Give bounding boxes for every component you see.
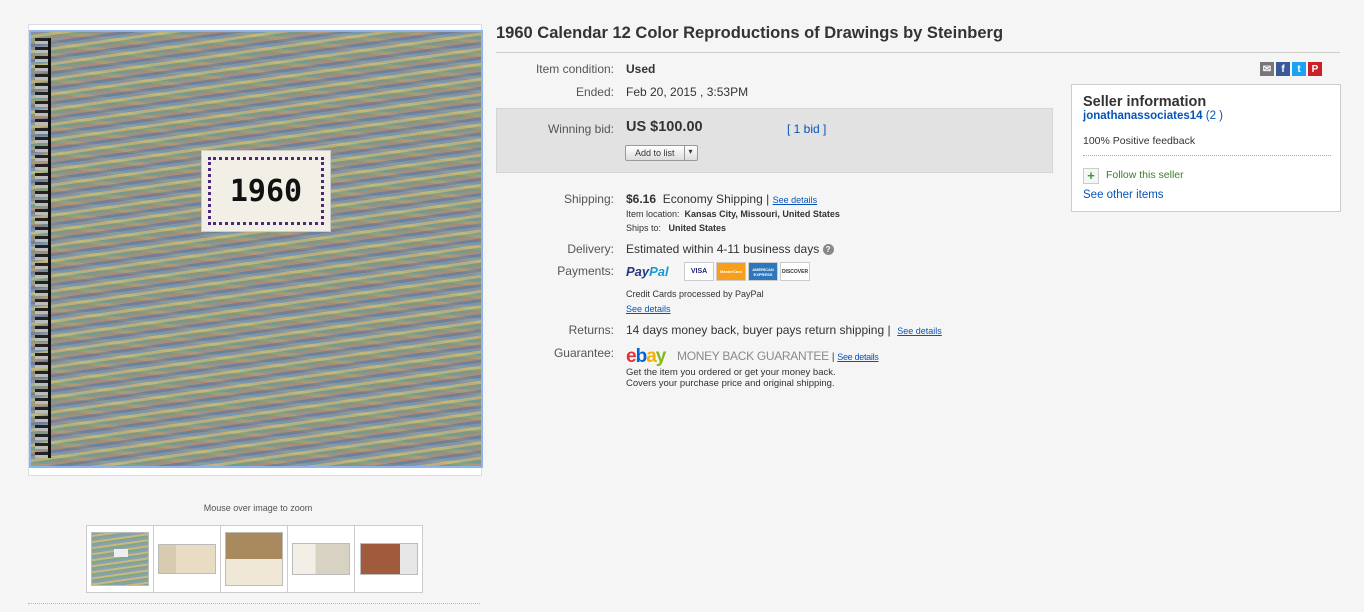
share-icons: ✉ f t P bbox=[1260, 62, 1322, 76]
help-icon[interactable]: ? bbox=[822, 244, 834, 256]
bid-count-link[interactable]: [ 1 bid ] bbox=[787, 122, 826, 136]
chevron-down-icon: ▾ bbox=[688, 147, 693, 156]
marbled-cover bbox=[31, 32, 481, 466]
ended-value: Feb 20, 2015 , 3:53PM bbox=[626, 85, 749, 99]
returns-label: Returns: bbox=[568, 323, 614, 337]
winning-bid-panel bbox=[496, 108, 1053, 173]
shipping-label: Shipping: bbox=[563, 192, 614, 206]
cover-year: 1960 bbox=[229, 173, 303, 209]
delivery-label: Delivery: bbox=[567, 242, 614, 256]
see-other-items-link[interactable]: See other items bbox=[1083, 189, 1164, 201]
seller-info-panel: Seller information jonathanassociates14 … bbox=[1071, 84, 1341, 212]
ships-to-value: United States bbox=[668, 223, 727, 233]
thumbnail-2[interactable] bbox=[154, 526, 221, 592]
zoom-hint: Mouse over image to zoom bbox=[203, 503, 313, 513]
thumbnail-strip bbox=[86, 525, 423, 593]
page-title: 1960 Calendar 12 Color Reproductions of … bbox=[496, 24, 1004, 42]
thumbnail-3[interactable] bbox=[221, 526, 288, 592]
add-to-list-button[interactable]: Add to list ▾ bbox=[625, 145, 698, 161]
paypal-logo: PayPal bbox=[626, 264, 669, 279]
facebook-icon[interactable]: f bbox=[1276, 62, 1290, 76]
twitter-icon[interactable]: t bbox=[1292, 62, 1306, 76]
plus-icon[interactable]: + bbox=[1083, 168, 1099, 184]
guarantee-see-details[interactable]: See details bbox=[837, 352, 879, 362]
listing-page: 1960 Mouse over image to zoom 1960 Calen… bbox=[0, 0, 1364, 612]
item-location: Item location: Kansas City, Missouri, Un… bbox=[626, 209, 840, 219]
discover-icon: DISCOVER bbox=[780, 262, 810, 281]
returns-see-details[interactable]: See details bbox=[897, 326, 942, 336]
guarantee-label: Guarantee: bbox=[553, 346, 614, 360]
seller-score[interactable]: (2 ) bbox=[1206, 110, 1223, 122]
shipping-see-details[interactable]: See details bbox=[773, 195, 818, 205]
payments-label: Payments: bbox=[557, 264, 614, 278]
condition-label: Item condition: bbox=[535, 62, 614, 76]
add-to-list-label: Add to list bbox=[626, 146, 685, 160]
returns-value: 14 days money back, buyer pays return sh… bbox=[626, 323, 942, 337]
divider bbox=[496, 52, 1340, 53]
payment-card-logos: VISA MasterCard AMERICAN EXPRESS DISCOVE… bbox=[684, 262, 810, 281]
follow-seller-link[interactable]: Follow this seller bbox=[1106, 169, 1184, 181]
cover-label: 1960 bbox=[201, 150, 331, 232]
visa-icon: VISA bbox=[684, 262, 714, 281]
ebay-logo: ebay bbox=[626, 346, 666, 367]
shipping-price: $6.16 bbox=[626, 192, 657, 206]
winning-bid-value: US $100.00 bbox=[626, 119, 703, 135]
main-product-image[interactable]: 1960 bbox=[29, 30, 483, 468]
divider bbox=[1083, 155, 1331, 156]
ended-label: Ended: bbox=[575, 85, 614, 99]
email-icon[interactable]: ✉ bbox=[1260, 62, 1274, 76]
guarantee-line2: Covers your purchase price and original … bbox=[626, 378, 835, 389]
seller-feedback: 100% Positive feedback bbox=[1083, 135, 1196, 147]
item-location-value: Kansas City, Missouri, United States bbox=[684, 209, 840, 219]
shipping-value: $6.16 Economy Shipping | See details bbox=[626, 192, 818, 206]
amex-icon: AMERICAN EXPRESS bbox=[748, 262, 778, 281]
item-location-label: Item location: bbox=[626, 209, 680, 219]
thumbnail-4[interactable] bbox=[288, 526, 355, 592]
seller-heading: Seller information bbox=[1083, 94, 1207, 110]
mastercard-icon: MasterCard bbox=[716, 262, 746, 281]
seller-name: jonathanassociates14 (2 ) bbox=[1083, 110, 1223, 122]
thumbnail-1[interactable] bbox=[87, 526, 154, 592]
credit-note: Credit Cards processed by PayPal bbox=[626, 289, 764, 299]
ships-to-label: Ships to: bbox=[626, 223, 662, 233]
seller-name-link[interactable]: jonathanassociates14 bbox=[1083, 110, 1203, 122]
winning-bid-label: Winning bid: bbox=[547, 122, 614, 136]
guarantee-line1: Get the item you ordered or get your mon… bbox=[626, 367, 836, 378]
spiral-binding bbox=[35, 38, 51, 458]
ships-to: Ships to: United States bbox=[626, 223, 726, 233]
money-back-guarantee: MONEY BACK GUARANTEE | See details bbox=[677, 349, 879, 363]
delivery-value: Estimated within 4-11 business days ? bbox=[626, 242, 834, 256]
shipping-method: Economy Shipping bbox=[662, 192, 763, 206]
payments-see-details[interactable]: See details bbox=[626, 304, 671, 314]
condition-value: Used bbox=[626, 62, 656, 76]
pinterest-icon[interactable]: P bbox=[1308, 62, 1322, 76]
divider bbox=[28, 603, 480, 604]
thumbnail-5[interactable] bbox=[355, 526, 422, 592]
